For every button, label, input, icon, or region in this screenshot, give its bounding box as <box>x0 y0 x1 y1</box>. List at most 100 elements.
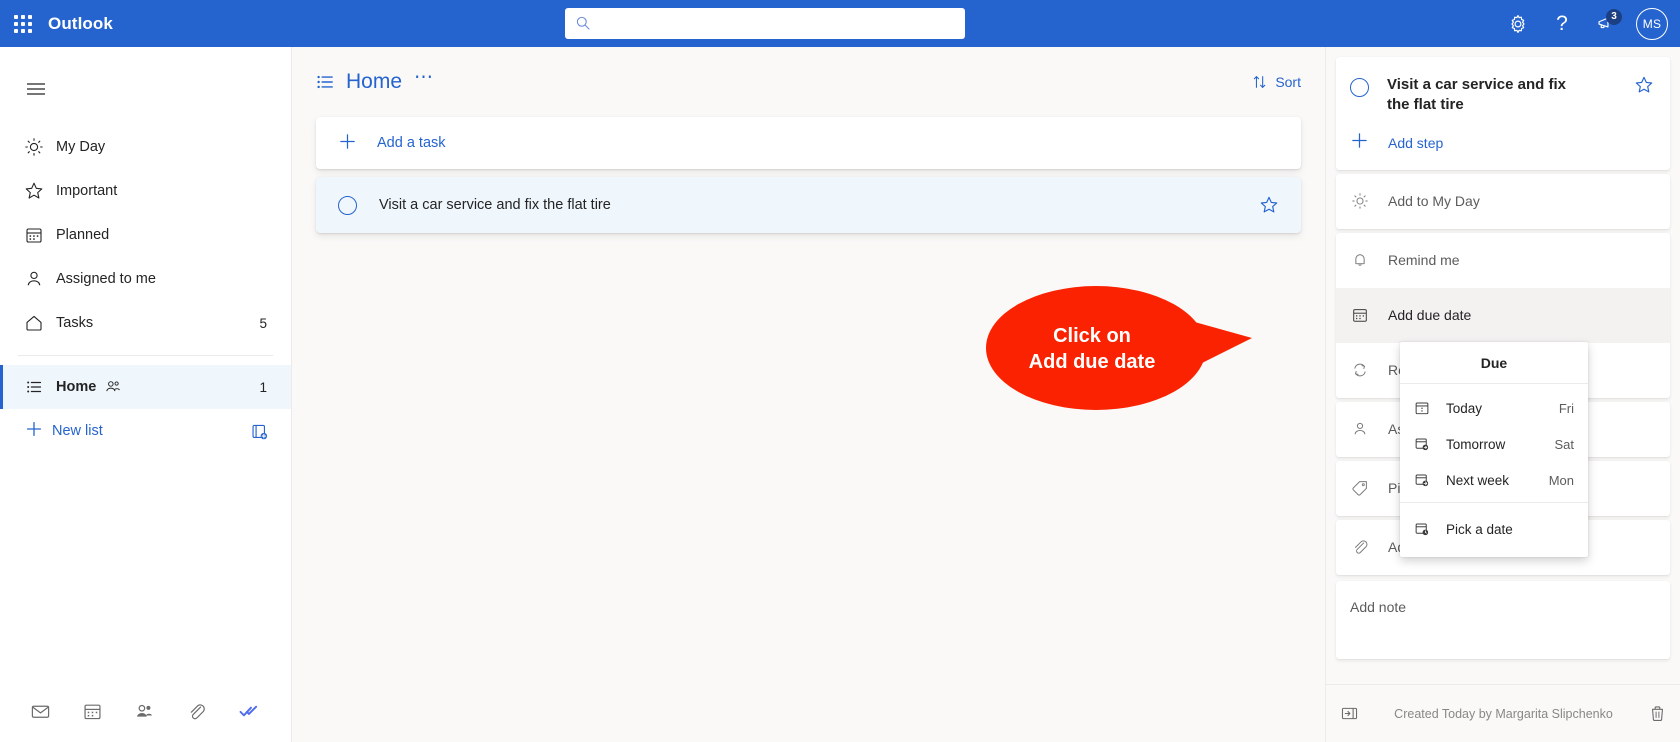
calendar-today-icon <box>1414 400 1432 416</box>
new-list-group-icon[interactable] <box>250 422 269 441</box>
note-field[interactable]: Add note <box>1336 580 1670 659</box>
list-options-button[interactable]: ⋯ <box>414 68 435 96</box>
task-row[interactable]: Visit a car service and fix the flat tir… <box>316 177 1301 233</box>
files-icon <box>190 703 205 719</box>
task-list-pane: Home ⋯ Sort Add a task Visit a car servi… <box>292 47 1325 742</box>
detail-option-label: Add to My Day <box>1388 193 1480 209</box>
brand-title[interactable]: Outlook <box>48 14 113 34</box>
feedback-count-badge: 3 <box>1606 8 1622 25</box>
sidebar-item-assigned-to-me[interactable]: Assigned to me <box>0 257 291 301</box>
todo-icon <box>239 705 257 716</box>
detail-header-card: Visit a car service and fix the flat tir… <box>1336 57 1670 170</box>
add-step-button[interactable]: Add step <box>1336 116 1670 170</box>
person-icon <box>24 269 48 289</box>
sidebar-item-my-day[interactable]: My Day <box>0 125 291 169</box>
home-icon <box>24 313 48 333</box>
outlook-todo-app: Outlook ? 3 MS My Day Important Planned … <box>0 0 1680 742</box>
note-placeholder: Add note <box>1350 598 1407 615</box>
sidebar-item-count: 1 <box>259 379 267 395</box>
sidebar-item-label: Tasks <box>56 315 94 331</box>
calendar-icon <box>24 225 48 245</box>
todo-app-button[interactable] <box>222 689 274 733</box>
due-option-pick-a-date[interactable]: Pick a date <box>1400 511 1588 547</box>
calendar-icon <box>83 704 101 719</box>
detail-header: Visit a car service and fix the flat tir… <box>1336 57 1670 116</box>
plus-icon <box>24 419 44 444</box>
new-list-button[interactable]: New list <box>0 409 291 453</box>
left-sidebar: My Day Important Planned Assigned to me … <box>0 47 292 742</box>
repeat-icon <box>1350 361 1370 379</box>
detail-option-add-to-my-day[interactable]: Add to My Day <box>1336 174 1670 229</box>
due-option-day: Fri <box>1558 400 1574 416</box>
calendar-tomorrow-icon <box>1414 436 1432 452</box>
sidebar-item-count: 5 <box>259 315 267 331</box>
files-app-button[interactable] <box>170 689 222 733</box>
sidebar-item-label: Home <box>56 379 97 395</box>
add-task-button[interactable]: Add a task <box>316 117 1301 169</box>
due-option-label: Next week <box>1446 472 1510 488</box>
bell-icon <box>1350 251 1370 269</box>
sidebar-item-label: Assigned to me <box>56 271 156 287</box>
due-option-day: Sat <box>1554 436 1574 452</box>
question-mark-icon: ? <box>1556 12 1568 35</box>
due-option-next-week[interactable]: Next week Mon <box>1400 462 1588 498</box>
detail-important-star-icon[interactable] <box>1634 75 1654 100</box>
add-task-card: Add a task <box>316 117 1301 169</box>
due-dropdown-title: Due <box>1400 342 1588 384</box>
gear-icon <box>1511 14 1525 33</box>
due-option-label: Tomorrow <box>1446 436 1506 452</box>
detail-footer-text: Created Today by Margarita Slipchenko <box>1394 706 1613 721</box>
due-option-label: Today <box>1446 400 1483 416</box>
sort-arrows-icon <box>1254 76 1266 88</box>
task-title: Visit a car service and fix the flat tir… <box>379 197 611 213</box>
due-dropdown-options: Today Fri Tomorrow Sat Next week Mon <box>1400 384 1588 502</box>
list-icon <box>24 377 48 397</box>
people-app-button[interactable] <box>118 689 170 733</box>
sidebar-item-home[interactable]: Home 1 <box>0 365 291 409</box>
detail-option-remind-me[interactable]: Remind me <box>1336 233 1670 288</box>
detail-option-add-due-date[interactable]: Add due date <box>1336 287 1670 343</box>
due-option-today[interactable]: Today Fri <box>1400 390 1588 426</box>
tag-icon <box>1350 479 1370 497</box>
due-option-label: Pick a date <box>1446 521 1513 537</box>
detail-complete-checkbox[interactable] <box>1350 78 1369 97</box>
add-step-label: Add step <box>1388 134 1444 151</box>
hamburger-menu-icon <box>27 83 45 95</box>
settings-button[interactable] <box>1498 4 1538 44</box>
due-option-tomorrow[interactable]: Tomorrow Sat <box>1400 426 1588 462</box>
search-input[interactable] <box>565 8 965 39</box>
collapse-pane-icon[interactable] <box>1340 704 1359 723</box>
sort-button[interactable]: Sort <box>1252 74 1301 90</box>
due-dropdown-footer: Pick a date <box>1400 503 1588 557</box>
page-title[interactable]: Home <box>346 70 402 94</box>
sidebar-item-tasks[interactable]: Tasks 5 <box>0 301 291 345</box>
sidebar-item-planned[interactable]: Planned <box>0 213 291 257</box>
feedback-button[interactable]: 3 <box>1586 4 1626 44</box>
detail-option-label: Remind me <box>1388 252 1460 268</box>
sidebar-item-label: My Day <box>56 139 106 155</box>
calendar-app-button[interactable] <box>66 689 118 733</box>
task-complete-checkbox[interactable] <box>338 195 357 215</box>
detail-task-title[interactable]: Visit a car service and fix the flat tir… <box>1387 75 1587 116</box>
help-button[interactable]: ? <box>1542 4 1582 44</box>
sun-icon <box>1350 192 1370 210</box>
list-icon <box>314 71 336 93</box>
task-important-star-icon[interactable] <box>1259 195 1279 215</box>
sidebar-item-label: Planned <box>56 227 110 243</box>
trash-icon[interactable] <box>1648 704 1667 723</box>
detail-footer: Created Today by Margarita Slipchenko <box>1326 684 1680 742</box>
shared-list-icon <box>104 378 122 396</box>
star-icon <box>24 181 48 201</box>
header-actions: ? 3 MS <box>1498 0 1668 47</box>
list-header: Home ⋯ Sort <box>292 47 1325 117</box>
calendar-icon <box>1350 306 1370 324</box>
avatar[interactable]: MS <box>1636 7 1668 40</box>
hamburger-menu-button[interactable] <box>12 65 60 113</box>
plus-icon <box>1350 131 1370 154</box>
mail-app-button[interactable] <box>14 689 66 733</box>
sidebar-divider <box>18 355 273 356</box>
app-launcher-icon[interactable] <box>14 14 32 33</box>
due-date-dropdown: Due Today Fri Tomorrow Sat Next week Mon… <box>1400 342 1588 557</box>
sidebar-item-important[interactable]: Important <box>0 169 291 213</box>
add-task-placeholder: Add a task <box>377 135 446 151</box>
